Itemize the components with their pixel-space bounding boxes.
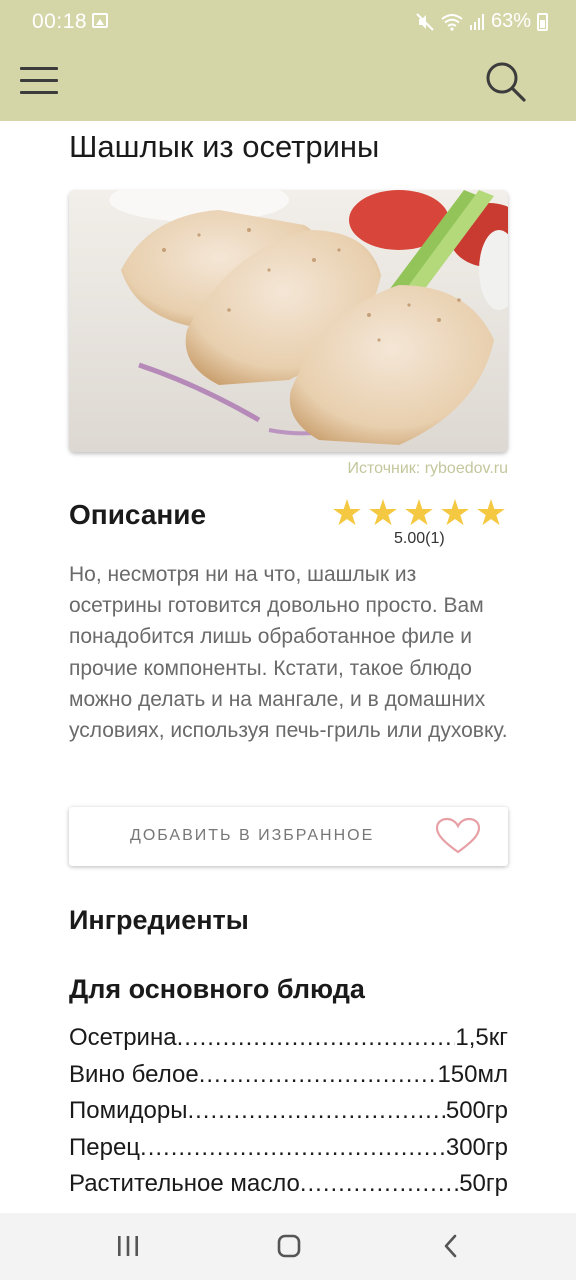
status-bar: 00:18 63% <box>0 0 576 44</box>
ingredient-name: Помидоры <box>69 1097 188 1124</box>
ingredient-name: Перец <box>69 1133 141 1161</box>
ingredient-quantity: 1,5кг <box>455 1024 508 1051</box>
add-to-favorites-button[interactable]: ДОБАВИТЬ В ИЗБРАННОЕ <box>69 807 508 866</box>
description-heading: Описание <box>69 499 207 530</box>
system-nav-bar <box>0 1213 576 1280</box>
wifi-icon <box>441 13 463 31</box>
photo-source: Источник: ryboedov.ru <box>347 460 509 477</box>
rating-text: 5.00(1) <box>394 530 445 547</box>
ingredient-name: Вино белое <box>69 1060 199 1088</box>
recipe-description: Но, несмотря ни на что, шашлык из осетри… <box>69 563 508 743</box>
ingredient-list: Осетрина 1,5кг Вино белое 150мл Помидоры… <box>69 1024 508 1207</box>
ingredient-row: Осетрина 1,5кг <box>69 1024 508 1061</box>
ingredient-quantity: 50гр <box>459 1170 508 1197</box>
signal-icon <box>469 13 484 30</box>
heart-icon <box>435 817 481 854</box>
star-icon[interactable]: ★ <box>438 495 472 531</box>
home-icon[interactable] <box>276 1233 302 1259</box>
ingredient-row: Вино белое 150мл <box>69 1061 508 1098</box>
ingredient-quantity: 500гр <box>445 1097 508 1124</box>
dot-leader <box>300 1170 459 1198</box>
ingredient-row: Помидоры 500гр <box>69 1097 508 1134</box>
favorites-label: ДОБАВИТЬ В ИЗБРАННОЕ <box>130 827 375 844</box>
recipe-photo <box>69 190 508 452</box>
dot-leader <box>187 1097 445 1125</box>
star-icon[interactable]: ★ <box>330 495 364 531</box>
ingredient-name: Растительное масло <box>69 1170 300 1197</box>
status-icons: 63% <box>415 10 548 33</box>
ingredient-group-heading: Для основного блюда <box>69 974 365 1004</box>
search-icon[interactable] <box>484 60 526 102</box>
ingredient-row: Растительное масло 50гр <box>69 1170 508 1207</box>
battery-icon <box>537 12 548 31</box>
ingredients-heading: Ингредиенты <box>69 905 249 935</box>
ingredient-name: Осетрина <box>69 1024 177 1051</box>
image-icon <box>92 13 108 28</box>
back-icon[interactable] <box>440 1233 462 1259</box>
star-icon[interactable]: ★ <box>474 495 508 531</box>
dot-leader <box>140 1134 446 1162</box>
star-icon[interactable]: ★ <box>366 495 400 531</box>
ingredient-quantity: 300гр <box>445 1133 508 1161</box>
battery-percent: 63% <box>490 10 531 32</box>
mute-icon <box>416 12 434 31</box>
rating-stars[interactable]: ★ ★ ★ ★ ★ <box>330 495 508 531</box>
ingredient-row: Перец 300гр <box>69 1134 508 1171</box>
dot-leader <box>177 1024 456 1052</box>
recents-icon[interactable] <box>116 1233 140 1259</box>
star-icon[interactable]: ★ <box>402 495 436 531</box>
menu-icon[interactable] <box>20 67 58 95</box>
ingredient-quantity: 150мл <box>437 1060 508 1088</box>
status-time: 00:18 <box>32 10 88 33</box>
dot-leader <box>199 1061 438 1089</box>
app-header: 00:18 63% <box>0 0 576 121</box>
recipe-title: Шашлык из осетрины <box>69 129 380 164</box>
